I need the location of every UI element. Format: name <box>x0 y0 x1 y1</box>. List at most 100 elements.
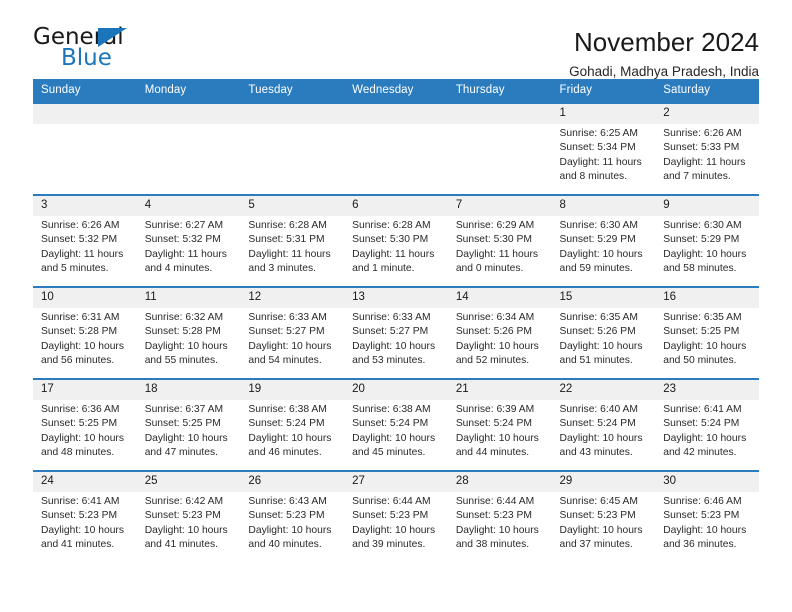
calendar-day-cell[interactable]: 19 Sunrise: 6:38 AM Sunset: 5:24 PM Dayligh… <box>240 378 345 471</box>
calendar-day-cell[interactable]: 2 Sunrise: 6:26 AM Sunset: 5:33 PM Daylight… <box>655 102 759 195</box>
calendar-day-cell[interactable]: 22 Sunrise: 6:40 AM Sunset: 5:24 PM Dayligh… <box>551 378 656 471</box>
day-number: 15 <box>551 288 656 308</box>
calendar-day-cell[interactable]: 23 Sunrise: 6:41 AM Sunset: 5:24 PM Dayligh… <box>655 378 759 471</box>
day-number: 25 <box>136 472 241 492</box>
day-number: 8 <box>551 196 656 216</box>
sunset-time: Sunset: 5:30 PM <box>352 234 429 246</box>
sunset-time: Sunset: 5:24 PM <box>559 418 636 430</box>
day-details: Sunrise: 6:42 AM Sunset: 5:23 PM Daylight:… <box>137 492 241 552</box>
calendar-day-cell[interactable]: 14 Sunrise: 6:34 AM Sunset: 5:26 PM Dayligh… <box>447 286 552 379</box>
sunset-time: Sunset: 5:26 PM <box>455 326 532 338</box>
sunset-time: Sunset: 5:28 PM <box>41 326 118 338</box>
sunset-time: Sunset: 5:23 PM <box>248 510 325 522</box>
daylight-duration-line2: and 4 minutes. <box>144 262 213 274</box>
calendar-day-cell[interactable]: 29 Sunrise: 6:45 AM Sunset: 5:23 PM Dayligh… <box>551 470 656 562</box>
day-details: Sunrise: 6:30 AM Sunset: 5:29 PM Daylight:… <box>552 216 656 276</box>
calendar-day-cell[interactable]: 18 Sunrise: 6:37 AM Sunset: 5:25 PM Dayligh… <box>136 378 241 471</box>
day-details: Sunrise: 6:44 AM Sunset: 5:23 PM Daylight:… <box>448 492 552 552</box>
calendar-day-cell[interactable]: 1 Sunrise: 6:25 AM Sunset: 5:34 PM Daylight… <box>551 102 656 195</box>
general-blue-logo[interactable]: General Blue <box>33 26 153 72</box>
calendar-day-cell[interactable]: 9 Sunrise: 6:30 AM Sunset: 5:29 PM Daylight… <box>655 194 759 287</box>
calendar-day-cell[interactable]: 17 Sunrise: 6:36 AM Sunset: 5:25 PM Dayligh… <box>33 378 137 471</box>
day-number <box>447 104 552 124</box>
day-number: 21 <box>447 380 552 400</box>
day-details: Sunrise: 6:38 AM Sunset: 5:24 PM Daylight:… <box>240 400 344 460</box>
daylight-duration-line2: and 0 minutes. <box>455 262 524 274</box>
daylight-duration-line2: and 55 minutes. <box>144 354 218 366</box>
day-details: Sunrise: 6:34 AM Sunset: 5:26 PM Daylight:… <box>448 308 552 368</box>
calendar-day-cell[interactable]: 3 Sunrise: 6:26 AM Sunset: 5:32 PM Daylight… <box>33 194 137 287</box>
calendar-day-cell[interactable]: 6 Sunrise: 6:28 AM Sunset: 5:30 PM Daylight… <box>344 194 448 287</box>
day-details: Sunrise: 6:41 AM Sunset: 5:24 PM Daylight:… <box>655 400 759 460</box>
calendar-day-cell[interactable]: 4 Sunrise: 6:27 AM Sunset: 5:32 PM Daylight… <box>136 194 241 287</box>
calendar-day-cell[interactable]: 30 Sunrise: 6:46 AM Sunset: 5:23 PM Dayligh… <box>655 470 759 562</box>
day-number: 14 <box>447 288 552 308</box>
day-number: 1 <box>551 104 656 124</box>
day-details: Sunrise: 6:26 AM Sunset: 5:32 PM Daylight:… <box>33 216 137 276</box>
calendar-day-cell[interactable]: 15 Sunrise: 6:35 AM Sunset: 5:26 PM Dayligh… <box>551 286 656 379</box>
calendar-day-cell[interactable]: 28 Sunrise: 6:44 AM Sunset: 5:23 PM Dayligh… <box>447 470 552 562</box>
sunrise-time: Sunrise: 6:34 AM <box>455 312 535 323</box>
calendar-day-cell[interactable]: 24 Sunrise: 6:41 AM Sunset: 5:23 PM Dayligh… <box>33 470 137 562</box>
calendar-day-cell[interactable]: 25 Sunrise: 6:42 AM Sunset: 5:23 PM Dayligh… <box>136 470 241 562</box>
daylight-duration-line2: and 43 minutes. <box>559 446 633 458</box>
sunrise-time: Sunrise: 6:33 AM <box>248 312 327 323</box>
title-block: November 2024 Gohadi, Madhya Pradesh, In… <box>569 26 759 83</box>
calendar-day-cell[interactable]: 8 Sunrise: 6:30 AM Sunset: 5:29 PM Daylight… <box>551 194 656 287</box>
day-details: Sunrise: 6:44 AM Sunset: 5:23 PM Daylight:… <box>344 492 448 552</box>
calendar-day-cell[interactable]: 13 Sunrise: 6:33 AM Sunset: 5:27 PM Dayligh… <box>344 286 448 379</box>
sunset-time: Sunset: 5:32 PM <box>144 234 221 246</box>
sunset-time: Sunset: 5:24 PM <box>455 418 532 430</box>
day-number: 4 <box>136 196 241 216</box>
daylight-duration-line1: Daylight: 10 hours <box>144 524 228 536</box>
daylight-duration-line2: and 5 minutes. <box>41 262 109 274</box>
calendar-day-cell[interactable]: 10 Sunrise: 6:31 AM Sunset: 5:28 PM Dayligh… <box>33 286 137 379</box>
daylight-duration-line1: Daylight: 10 hours <box>455 340 539 352</box>
sunset-time: Sunset: 5:30 PM <box>455 234 532 246</box>
calendar-day-cell[interactable]: 5 Sunrise: 6:28 AM Sunset: 5:31 PM Daylight… <box>240 194 345 287</box>
day-details: Sunrise: 6:27 AM Sunset: 5:32 PM Daylight:… <box>137 216 241 276</box>
day-details: Sunrise: 6:25 AM Sunset: 5:34 PM Daylight:… <box>552 124 656 184</box>
day-number: 29 <box>551 472 656 492</box>
day-details: Sunrise: 6:35 AM Sunset: 5:26 PM Daylight:… <box>552 308 656 368</box>
daylight-duration-line1: Daylight: 11 hours <box>41 248 124 260</box>
sunset-time: Sunset: 5:23 PM <box>455 510 532 522</box>
sunset-time: Sunset: 5:26 PM <box>559 326 636 338</box>
day-details: Sunrise: 6:40 AM Sunset: 5:24 PM Daylight:… <box>552 400 656 460</box>
daylight-duration-line2: and 7 minutes. <box>663 170 731 182</box>
sunset-time: Sunset: 5:25 PM <box>144 418 221 430</box>
day-number: 27 <box>344 472 448 492</box>
daylight-duration-line2: and 41 minutes. <box>144 538 218 550</box>
day-number <box>344 104 448 124</box>
calendar-day-cell[interactable]: 26 Sunrise: 6:43 AM Sunset: 5:23 PM Dayligh… <box>240 470 345 562</box>
day-details: Sunrise: 6:43 AM Sunset: 5:23 PM Daylight:… <box>240 492 344 552</box>
day-number: 10 <box>33 288 137 308</box>
calendar-day-cell[interactable]: 21 Sunrise: 6:39 AM Sunset: 5:24 PM Dayligh… <box>447 378 552 471</box>
daylight-duration-line2: and 53 minutes. <box>352 354 426 366</box>
calendar-day-cell[interactable]: 27 Sunrise: 6:44 AM Sunset: 5:23 PM Dayligh… <box>344 470 448 562</box>
sunset-time: Sunset: 5:23 PM <box>559 510 636 522</box>
calendar-day-cell[interactable]: 7 Sunrise: 6:29 AM Sunset: 5:30 PM Daylight… <box>447 194 552 287</box>
calendar-day-cell[interactable]: 20 Sunrise: 6:38 AM Sunset: 5:24 PM Dayligh… <box>344 378 448 471</box>
sunrise-time: Sunrise: 6:43 AM <box>248 496 327 507</box>
day-details: Sunrise: 6:38 AM Sunset: 5:24 PM Daylight:… <box>344 400 448 460</box>
logo-word-blue: Blue <box>61 45 112 71</box>
daylight-duration-line1: Daylight: 10 hours <box>455 524 539 536</box>
daylight-duration-line2: and 41 minutes. <box>41 538 115 550</box>
daylight-duration-line1: Daylight: 10 hours <box>663 524 747 536</box>
daylight-duration-line2: and 37 minutes. <box>559 538 633 550</box>
day-details: Sunrise: 6:46 AM Sunset: 5:23 PM Daylight:… <box>655 492 759 552</box>
daylight-duration-line2: and 42 minutes. <box>663 446 737 458</box>
calendar-day-cell[interactable]: 12 Sunrise: 6:33 AM Sunset: 5:27 PM Dayligh… <box>240 286 345 379</box>
weekday-header-thursday: Thursday <box>447 79 552 103</box>
daylight-duration-line1: Daylight: 10 hours <box>41 524 124 536</box>
calendar-day-cell[interactable]: 11 Sunrise: 6:32 AM Sunset: 5:28 PM Dayligh… <box>136 286 241 379</box>
daylight-duration-line1: Daylight: 10 hours <box>248 524 332 536</box>
daylight-duration-line1: Daylight: 10 hours <box>144 340 228 352</box>
calendar-day-cell[interactable]: 16 Sunrise: 6:35 AM Sunset: 5:25 PM Dayligh… <box>655 286 759 379</box>
calendar-week-row: 1 Sunrise: 6:25 AM Sunset: 5:34 PM Daylight… <box>33 102 759 195</box>
day-details: Sunrise: 6:29 AM Sunset: 5:30 PM Daylight:… <box>448 216 552 276</box>
sunrise-time: Sunrise: 6:42 AM <box>144 496 224 507</box>
sunset-time: Sunset: 5:25 PM <box>663 326 740 338</box>
daylight-duration-line1: Daylight: 11 hours <box>248 248 331 260</box>
